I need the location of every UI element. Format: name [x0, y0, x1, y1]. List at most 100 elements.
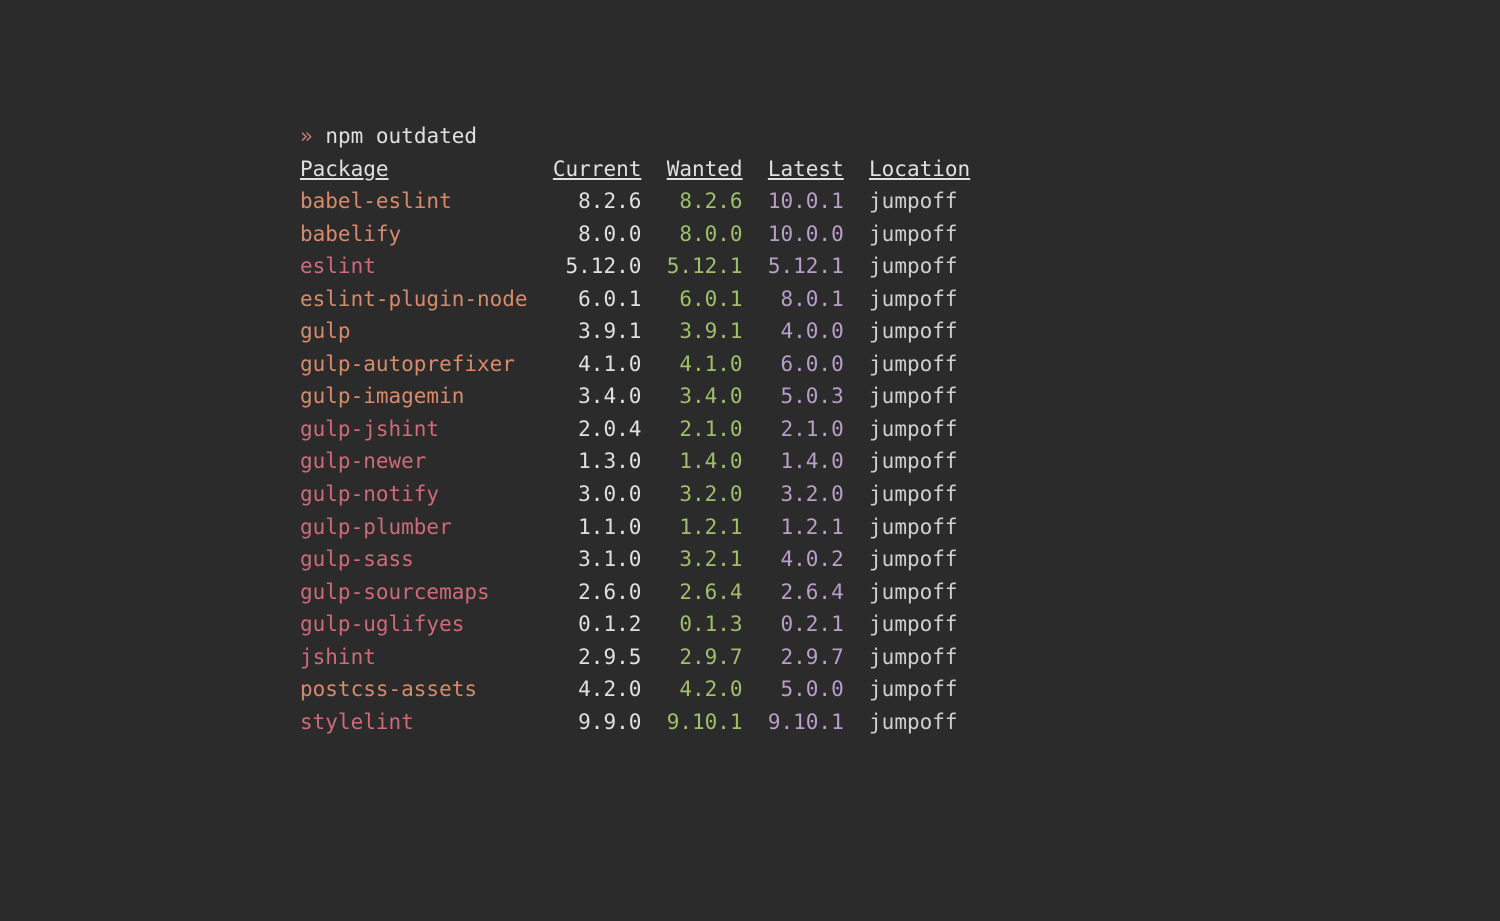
outdated-table: Package Current Wanted Latest Locationba… — [300, 153, 1500, 739]
cell-current: 4.1.0 — [540, 352, 641, 376]
cell-location: jumpoff — [869, 612, 958, 636]
cell-package: babel-eslint — [300, 189, 528, 213]
cell-wanted: 3.4.0 — [654, 384, 743, 408]
prompt-line: » npm outdated — [300, 120, 1500, 153]
cell-wanted: 5.12.1 — [654, 254, 743, 278]
cell-location: jumpoff — [869, 319, 958, 343]
cell-latest: 2.6.4 — [755, 580, 844, 604]
cell-current: 9.9.0 — [540, 710, 641, 734]
table-row: gulp 3.9.1 3.9.1 4.0.0 jumpoff — [300, 315, 1500, 348]
cell-wanted: 1.2.1 — [654, 515, 743, 539]
cell-wanted: 3.9.1 — [654, 319, 743, 343]
table-row: gulp-newer 1.3.0 1.4.0 1.4.0 jumpoff — [300, 445, 1500, 478]
cell-package: gulp-jshint — [300, 417, 528, 441]
cell-current: 2.9.5 — [540, 645, 641, 669]
cell-latest: 6.0.0 — [755, 352, 844, 376]
prompt-symbol: » — [300, 124, 313, 148]
cell-current: 2.6.0 — [540, 580, 641, 604]
cell-package: postcss-assets — [300, 677, 528, 701]
col-header-package: Package — [300, 157, 389, 181]
cell-current: 8.2.6 — [540, 189, 641, 213]
table-row: gulp-imagemin 3.4.0 3.4.0 5.0.3 jumpoff — [300, 380, 1500, 413]
cell-package: jshint — [300, 645, 528, 669]
table-row: gulp-sass 3.1.0 3.2.1 4.0.2 jumpoff — [300, 543, 1500, 576]
cell-latest: 4.0.2 — [755, 547, 844, 571]
cell-latest: 4.0.0 — [755, 319, 844, 343]
table-row: postcss-assets 4.2.0 4.2.0 5.0.0 jumpoff — [300, 673, 1500, 706]
cell-package: eslint — [300, 254, 528, 278]
cell-current: 6.0.1 — [540, 287, 641, 311]
cell-location: jumpoff — [869, 352, 958, 376]
cell-current: 5.12.0 — [540, 254, 641, 278]
table-row: jshint 2.9.5 2.9.7 2.9.7 jumpoff — [300, 641, 1500, 674]
cell-latest: 5.0.0 — [755, 677, 844, 701]
cell-latest: 10.0.1 — [755, 189, 844, 213]
terminal-output: » npm outdated Package Current Wanted La… — [300, 120, 1500, 738]
table-row: babelify 8.0.0 8.0.0 10.0.0 jumpoff — [300, 218, 1500, 251]
cell-wanted: 8.0.0 — [654, 222, 743, 246]
cell-latest: 8.0.1 — [755, 287, 844, 311]
table-row: babel-eslint 8.2.6 8.2.6 10.0.1 jumpoff — [300, 185, 1500, 218]
cell-location: jumpoff — [869, 449, 958, 473]
cell-wanted: 4.2.0 — [654, 677, 743, 701]
cell-package: gulp-sourcemaps — [300, 580, 528, 604]
cell-wanted: 2.1.0 — [654, 417, 743, 441]
table-header-row: Package Current Wanted Latest Location — [300, 153, 1500, 186]
cell-package: gulp-plumber — [300, 515, 528, 539]
cell-latest: 5.0.3 — [755, 384, 844, 408]
cell-wanted: 9.10.1 — [654, 710, 743, 734]
cell-location: jumpoff — [869, 482, 958, 506]
cell-wanted: 3.2.0 — [654, 482, 743, 506]
cell-current: 2.0.4 — [540, 417, 641, 441]
cell-package: eslint-plugin-node — [300, 287, 528, 311]
cell-latest: 9.10.1 — [755, 710, 844, 734]
table-row: gulp-jshint 2.0.4 2.1.0 2.1.0 jumpoff — [300, 413, 1500, 446]
cell-location: jumpoff — [869, 677, 958, 701]
cell-location: jumpoff — [869, 254, 958, 278]
cell-location: jumpoff — [869, 189, 958, 213]
cell-wanted: 4.1.0 — [654, 352, 743, 376]
cell-current: 1.3.0 — [540, 449, 641, 473]
cell-current: 3.0.0 — [540, 482, 641, 506]
cell-wanted: 6.0.1 — [654, 287, 743, 311]
col-header-current: Current — [553, 157, 642, 181]
cell-wanted: 0.1.3 — [654, 612, 743, 636]
table-row: eslint-plugin-node 6.0.1 6.0.1 8.0.1 jum… — [300, 283, 1500, 316]
cell-wanted: 1.4.0 — [654, 449, 743, 473]
table-row: gulp-sourcemaps 2.6.0 2.6.4 2.6.4 jumpof… — [300, 576, 1500, 609]
table-row: stylelint 9.9.0 9.10.1 9.10.1 jumpoff — [300, 706, 1500, 739]
cell-package: gulp-sass — [300, 547, 528, 571]
cell-latest: 1.2.1 — [755, 515, 844, 539]
cell-wanted: 2.6.4 — [654, 580, 743, 604]
cell-latest: 10.0.0 — [755, 222, 844, 246]
cell-package: stylelint — [300, 710, 528, 734]
cell-package: babelify — [300, 222, 528, 246]
cell-current: 3.9.1 — [540, 319, 641, 343]
table-row: gulp-uglifyes 0.1.2 0.1.3 0.2.1 jumpoff — [300, 608, 1500, 641]
col-header-location: Location — [869, 157, 970, 181]
cell-wanted: 3.2.1 — [654, 547, 743, 571]
cell-current: 3.4.0 — [540, 384, 641, 408]
table-row: gulp-notify 3.0.0 3.2.0 3.2.0 jumpoff — [300, 478, 1500, 511]
cell-package: gulp-uglifyes — [300, 612, 528, 636]
cell-location: jumpoff — [869, 384, 958, 408]
cell-location: jumpoff — [869, 515, 958, 539]
cell-current: 1.1.0 — [540, 515, 641, 539]
cell-latest: 5.12.1 — [755, 254, 844, 278]
cell-current: 3.1.0 — [540, 547, 641, 571]
cell-wanted: 8.2.6 — [654, 189, 743, 213]
cell-location: jumpoff — [869, 580, 958, 604]
cell-latest: 0.2.1 — [755, 612, 844, 636]
table-row: gulp-plumber 1.1.0 1.2.1 1.2.1 jumpoff — [300, 511, 1500, 544]
cell-package: gulp-newer — [300, 449, 528, 473]
table-row: gulp-autoprefixer 4.1.0 4.1.0 6.0.0 jump… — [300, 348, 1500, 381]
cell-location: jumpoff — [869, 645, 958, 669]
prompt-command: npm outdated — [325, 124, 477, 148]
col-header-wanted: Wanted — [667, 157, 743, 181]
cell-latest: 2.9.7 — [755, 645, 844, 669]
cell-package: gulp — [300, 319, 528, 343]
cell-current: 4.2.0 — [540, 677, 641, 701]
cell-package: gulp-autoprefixer — [300, 352, 528, 376]
cell-location: jumpoff — [869, 287, 958, 311]
col-header-latest: Latest — [768, 157, 844, 181]
